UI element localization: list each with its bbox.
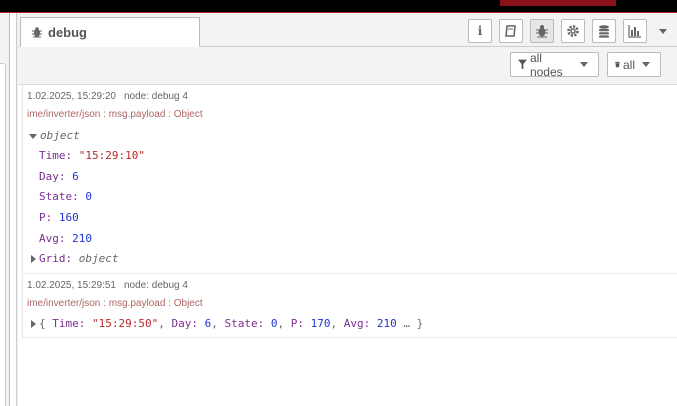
property-value: 0 [270,317,278,330]
property-key: Time: [39,149,73,162]
property-key: Avg: [343,317,371,330]
database-icon [599,25,609,38]
property-key: Time: [52,317,86,330]
property-value: 170 [310,317,331,330]
context-tab-button[interactable] [592,19,616,43]
property-key: Day: [171,317,198,330]
chevron-down-icon [658,28,667,34]
debug-message-area: 1.02.2025, 15:29:20 node: debug 4 ime/inv… [18,85,677,406]
property-type: object [78,252,119,265]
property-row: P: 160 [39,211,79,224]
debug-message: 1.02.2025, 15:29:20 node: debug 4 ime/inv… [23,85,677,274]
property-row: Day: 6 [39,170,79,183]
message-meta: 1.02.2025, 15:29:20 node: debug 4 [27,91,188,102]
message-topic: ime/inverter/json : msg.payload : Object [27,298,203,309]
dashboard-tab-button[interactable] [623,19,647,43]
gear-icon [567,25,579,37]
deploy-button[interactable] [500,0,616,6]
message-node-link[interactable]: node: debug 4 [124,91,188,102]
object-type-label: object [40,129,80,142]
debug-message: 1.02.2025, 15:29:51 node: debug 4 ime/inv… [23,274,677,338]
brace-close: … } [403,317,424,330]
trash-icon [615,61,620,68]
property-value: 210 [376,317,397,330]
property-key: State: [39,190,79,203]
tab-label: debug [48,24,87,40]
tab-debug[interactable]: debug [20,17,200,47]
message-node-link[interactable]: node: debug 4 [124,280,188,291]
workspace-edge [0,13,10,406]
message-timestamp: 1.02.2025, 15:29:20 [27,91,116,102]
debug-tab-button[interactable] [530,19,554,43]
property-key: State: [224,317,265,330]
app-header-bar [0,0,677,13]
property-value: 210 [72,232,92,245]
filter-nodes-button[interactable]: all nodes [510,50,599,79]
message-timestamp: 1.02.2025, 15:29:51 [27,280,116,291]
property-key: Grid: [39,252,73,265]
sidebar-menu-button[interactable] [656,25,672,37]
filter-nodes-label: all nodes [529,50,563,79]
property-key: P: [290,317,304,330]
chevron-down-icon [642,62,650,67]
object-summary-toggle[interactable]: { Time: "15:29:50", Day: 6, State: 0, P:… [31,317,423,330]
property-row: Avg: 210 [39,232,92,245]
clear-log-label: all [622,57,635,72]
caret-down-icon [29,133,37,139]
property-row-expandable[interactable]: Grid: object [31,252,119,265]
caret-right-icon [31,255,36,263]
property-value: "15:29:50" [92,317,159,330]
scrollbar-handle[interactable] [0,63,6,406]
bug-icon [536,25,548,38]
book-icon [505,25,516,37]
property-value: 160 [58,211,79,224]
property-key: Day: [39,170,66,183]
message-topic: ime/inverter/json : msg.payload : Object [27,109,203,120]
property-value: 6 [72,170,79,183]
debug-toolbar: all nodes all [18,47,677,85]
config-tab-button[interactable] [561,19,585,43]
bar-chart-icon [628,25,641,38]
property-row: Time: "15:29:10" [39,149,145,162]
caret-right-icon [31,320,36,328]
clear-log-button[interactable]: all [607,52,661,77]
chevron-down-icon [580,62,588,67]
help-tab-button[interactable] [499,19,523,43]
property-key: P: [39,211,53,224]
property-row: State: 0 [39,190,92,203]
info-tab-button[interactable]: i [468,19,492,43]
property-value: 0 [85,190,92,203]
message-meta: 1.02.2025, 15:29:51 node: debug 4 [27,280,188,291]
filter-icon [518,59,527,70]
debug-message-list: 1.02.2025, 15:29:20 node: debug 4 ime/inv… [22,85,677,338]
property-value: 6 [204,317,212,330]
object-toggle[interactable]: object [29,129,80,142]
bug-icon [32,27,42,38]
property-value: "15:29:10" [78,149,145,162]
property-key: Avg: [39,232,66,245]
sidebar-tab-bar: debug i [18,13,677,47]
brace-open: { [39,317,46,330]
info-icon: i [477,24,483,38]
